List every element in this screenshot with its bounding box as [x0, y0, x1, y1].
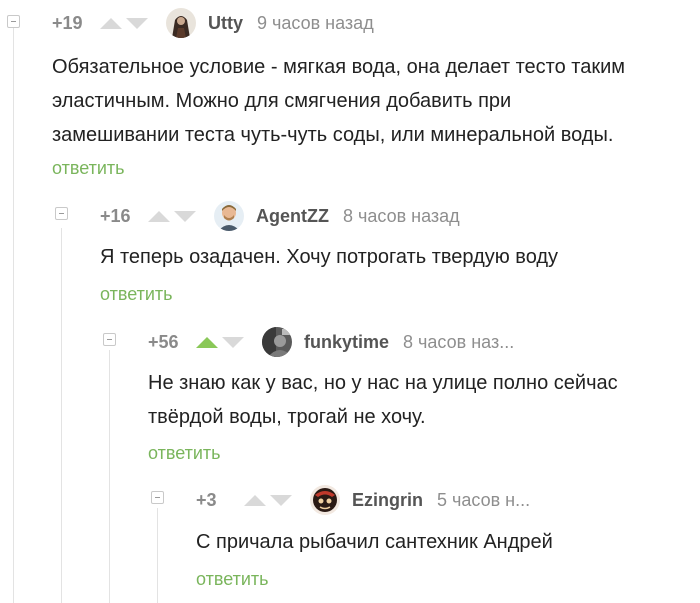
collapse-toggle[interactable] [7, 15, 20, 28]
vote-controls [196, 336, 244, 348]
comment-header: +56 funkytime 8 часов наз... [148, 327, 514, 357]
comment-text-line: твёрдой воды, трогай не хочу. [148, 406, 426, 428]
upvote-arrow-icon[interactable] [196, 336, 218, 348]
upvote-arrow-icon[interactable] [148, 210, 170, 222]
comment-username[interactable]: Utty [208, 13, 243, 34]
reply-link[interactable]: ответить [100, 284, 173, 305]
comment-text-line: эластичным. Можно для смягчения добавить… [52, 90, 512, 112]
comment-time[interactable]: 8 часов назад [343, 206, 460, 227]
vote-controls [244, 494, 292, 506]
collapse-toggle[interactable] [103, 333, 116, 346]
comment-text-line: Не знаю как у вас, но у нас на улице пол… [148, 372, 618, 394]
comment-text-line: замешивании теста чуть-чуть соды, или ми… [52, 124, 614, 146]
collapse-toggle[interactable] [55, 207, 68, 220]
reply-link[interactable]: ответить [196, 569, 269, 590]
comment-rating: +3 [196, 489, 217, 510]
comment-time[interactable]: 8 часов наз... [403, 332, 514, 353]
comment-header: +16 AgentZZ 8 часов назад [100, 201, 460, 231]
upvote-arrow-icon[interactable] [244, 494, 266, 506]
comment-text-line: С причала рыбачил сантехник Андрей [196, 531, 553, 553]
upvote-arrow-icon[interactable] [100, 17, 122, 29]
comment-header: +19 Utty 9 часов назад [52, 8, 374, 38]
reply-link[interactable]: ответить [148, 443, 221, 464]
comment-text: С причала рыбачил сантехник Андрей [196, 525, 553, 559]
comment-text: Я теперь озадачен. Хочу потрогать тверду… [100, 240, 558, 274]
thread-line [109, 350, 110, 603]
comment-rating: +16 [100, 205, 131, 226]
comment-username[interactable]: funkytime [304, 332, 389, 353]
comment-text-line: Я теперь озадачен. Хочу потрогать тверду… [100, 246, 559, 268]
downvote-arrow-icon[interactable] [174, 210, 196, 222]
thread-line [13, 26, 14, 603]
avatar[interactable] [214, 201, 244, 231]
downvote-arrow-icon[interactable] [270, 494, 292, 506]
comment-rating: +19 [52, 12, 83, 33]
collapse-toggle[interactable] [151, 491, 164, 504]
avatar[interactable] [262, 327, 292, 357]
vote-controls [100, 17, 148, 29]
thread-line [157, 508, 158, 603]
reply-link[interactable]: ответить [52, 158, 125, 179]
comment-header: +3 Ezingrin 5 часов н... [196, 485, 530, 515]
downvote-arrow-icon[interactable] [126, 17, 148, 29]
comment-text-line: Обязательное условие - мягкая вода, она … [52, 56, 625, 78]
comment-text: Обязательное условие - мягкая вода, она … [52, 50, 625, 152]
downvote-arrow-icon[interactable] [222, 336, 244, 348]
comment-username[interactable]: Ezingrin [352, 490, 423, 511]
comment-time[interactable]: 5 часов н... [437, 490, 530, 511]
thread-line [61, 228, 62, 603]
comment-text: Не знаю как у вас, но у нас на улице пол… [148, 366, 618, 434]
comment-time[interactable]: 9 часов назад [257, 13, 374, 34]
comment-username[interactable]: AgentZZ [256, 206, 329, 227]
avatar[interactable] [310, 485, 340, 515]
comment-rating: +56 [148, 331, 179, 352]
vote-controls [148, 210, 196, 222]
avatar[interactable] [166, 8, 196, 38]
